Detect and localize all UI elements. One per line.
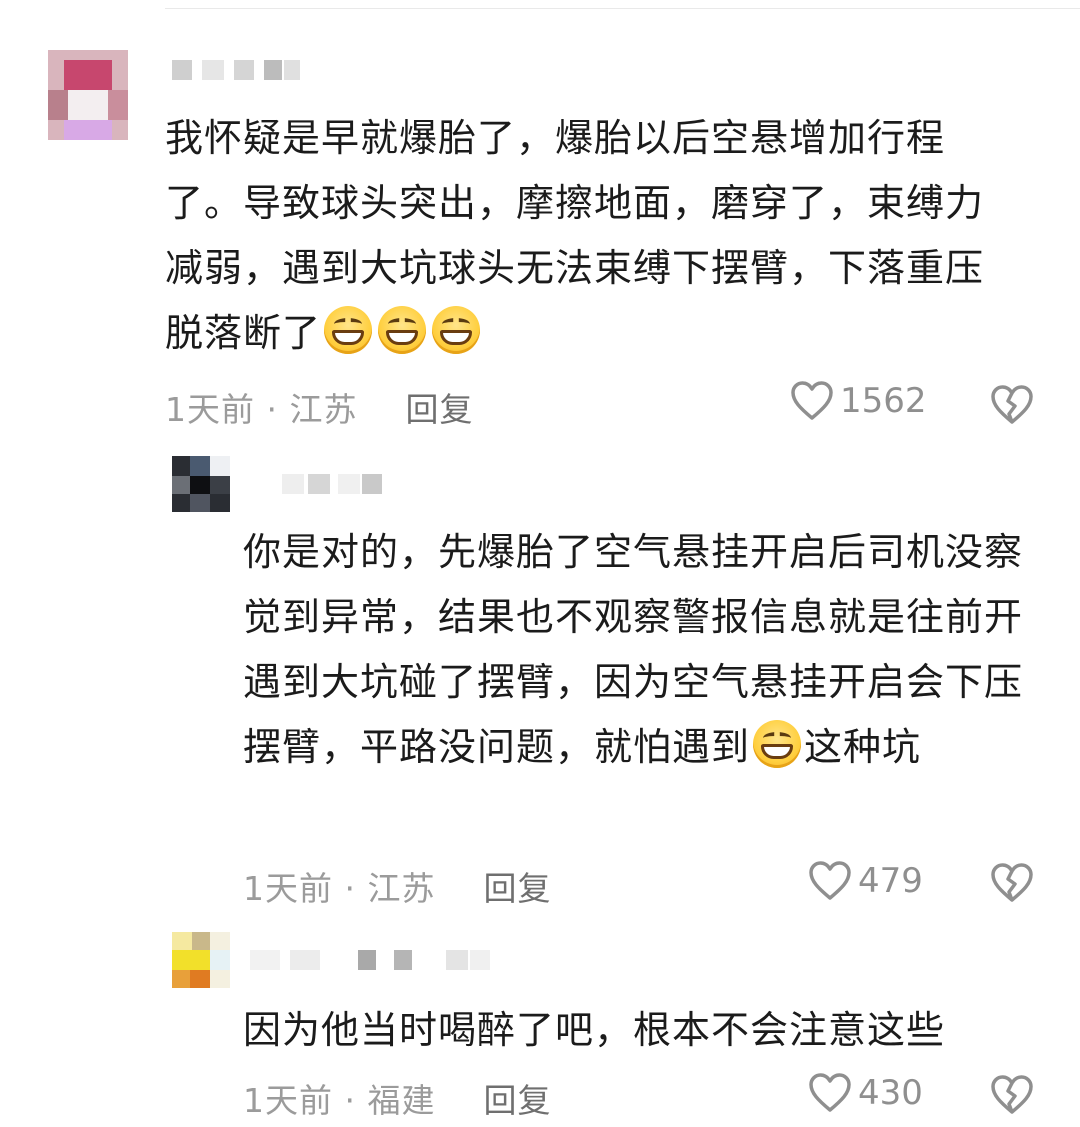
username-blurred[interactable] — [282, 474, 402, 494]
time-location: 1天前 · 江苏 — [243, 869, 436, 908]
heart-outline-icon — [809, 861, 851, 900]
like-count: 430 — [858, 1073, 923, 1113]
username-blurred[interactable] — [172, 60, 302, 80]
like-count: 479 — [858, 861, 923, 901]
grinning-face-emoji-icon — [378, 306, 427, 354]
heart-outline-icon — [791, 381, 833, 420]
broken-heart-icon[interactable] — [990, 384, 1034, 426]
comment-meta: 1天前 · 江苏 回复 — [165, 383, 473, 431]
avatar[interactable] — [172, 456, 230, 512]
comment-meta: 1天前 · 江苏 回复 — [243, 862, 551, 910]
comment-meta: 1天前 · 福建 回复 — [243, 1074, 551, 1122]
grinning-face-emoji-icon — [753, 720, 802, 768]
username-blurred[interactable] — [250, 950, 490, 970]
reply-button[interactable]: 回复 — [483, 869, 551, 908]
time-location: 1天前 · 福建 — [243, 1081, 436, 1120]
grinning-face-emoji-icon — [324, 306, 373, 354]
reply-button[interactable]: 回复 — [405, 390, 473, 429]
reply-button[interactable]: 回复 — [483, 1081, 551, 1120]
grinning-face-emoji-icon — [432, 306, 481, 354]
like-button[interactable]: 430 — [808, 1072, 923, 1114]
avatar[interactable] — [172, 932, 230, 988]
avatar[interactable] — [48, 50, 128, 140]
like-count: 1562 — [840, 381, 927, 421]
comment-text: 因为他当时喝醉了吧，根本不会注意这些 — [243, 1008, 946, 1052]
heart-outline-icon — [809, 1073, 851, 1112]
like-button[interactable]: 479 — [808, 860, 923, 902]
broken-heart-icon[interactable] — [990, 1074, 1034, 1116]
divider — [165, 8, 1080, 9]
broken-heart-icon[interactable] — [990, 862, 1034, 904]
comment-text: 你是对的，先爆胎了空气悬挂开启后司机没察觉到异常，结果也不观察警报信息就是往前开… — [243, 530, 1024, 769]
time-location: 1天前 · 江苏 — [165, 390, 358, 429]
like-button[interactable]: 1562 — [790, 380, 927, 422]
comment-text: 我怀疑是早就爆胎了，爆胎以后空悬增加行程了。导致球头突出，摩擦地面，磨穿了，束缚… — [165, 116, 985, 355]
